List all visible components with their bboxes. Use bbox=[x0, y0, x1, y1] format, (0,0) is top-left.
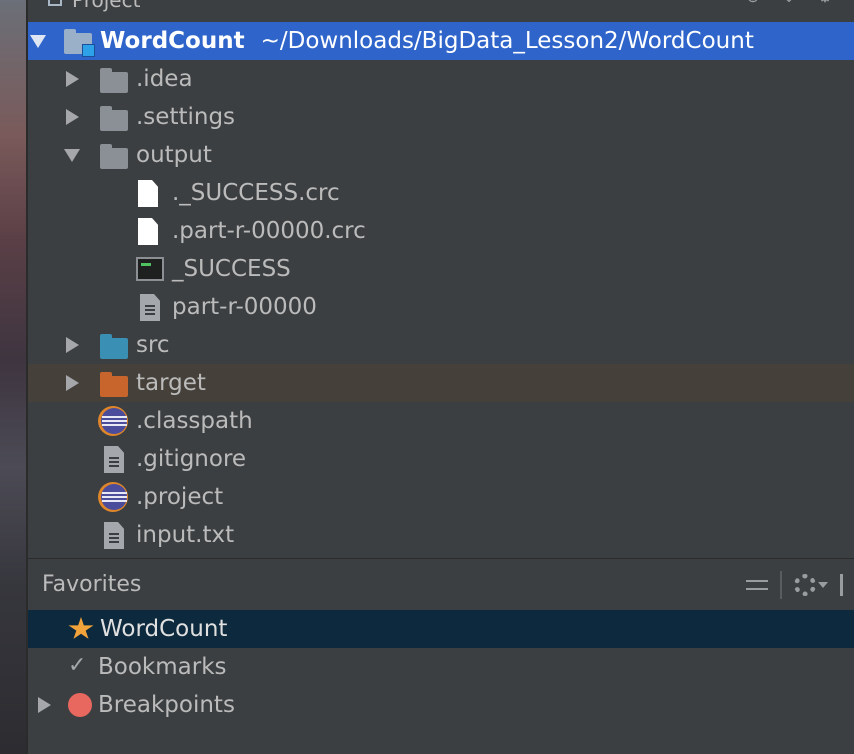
folder-icon bbox=[100, 106, 128, 131]
root-module-path: ~/Downloads/BigData_Lesson2/WordCount bbox=[260, 28, 754, 54]
text-file-icon bbox=[104, 446, 124, 473]
tree-node-idea[interactable]: .idea bbox=[28, 60, 854, 98]
folder-icon bbox=[100, 68, 128, 93]
tree-node-label: .part-r-00000.crc bbox=[172, 218, 366, 244]
expanded-arrow-icon[interactable] bbox=[64, 148, 80, 162]
favorites-header: Favorites bbox=[28, 559, 854, 609]
tree-node-success-crc[interactable]: ._SUCCESS.crc bbox=[28, 174, 854, 212]
project-tree: WordCount ~/Downloads/BigData_Lesson2/Wor… bbox=[28, 22, 854, 554]
desktop-background bbox=[0, 0, 28, 754]
scroll-from-source-icon[interactable]: ⊕ bbox=[744, 0, 762, 5]
tree-node-label: .project bbox=[136, 484, 224, 510]
collapsed-arrow-icon[interactable] bbox=[38, 697, 51, 713]
tree-node-part-crc[interactable]: .part-r-00000.crc bbox=[28, 212, 854, 250]
expanded-arrow-icon[interactable] bbox=[30, 34, 46, 48]
bookmark-check-icon: ✓ bbox=[68, 653, 87, 678]
favorites-item-wordcount[interactable]: WordCount bbox=[28, 610, 854, 648]
tree-node-gitignore[interactable]: .gitignore bbox=[28, 440, 854, 478]
star-icon bbox=[68, 617, 94, 639]
collapse-all-icon[interactable] bbox=[746, 574, 768, 596]
tree-node-label: .idea bbox=[136, 66, 193, 92]
source-folder-icon bbox=[100, 334, 128, 359]
excluded-folder-icon bbox=[100, 372, 128, 397]
hide-panel-icon[interactable] bbox=[840, 574, 854, 596]
tree-node-label: part-r-00000 bbox=[172, 294, 317, 320]
root-module-name: WordCount bbox=[100, 28, 245, 54]
favorites-list: WordCount ✓ Bookmarks Breakpoints bbox=[28, 610, 854, 724]
tree-node-part[interactable]: part-r-00000 bbox=[28, 288, 854, 326]
eclipse-file-icon bbox=[98, 406, 128, 436]
favorites-item-label: WordCount bbox=[100, 616, 228, 642]
tree-node-classpath[interactable]: .classpath bbox=[28, 402, 854, 440]
settings-gear-icon[interactable]: ⚙ bbox=[816, 0, 834, 5]
favorites-item-breakpoints[interactable]: Breakpoints bbox=[28, 686, 854, 724]
tree-node-label: _SUCCESS bbox=[172, 256, 291, 282]
tree-node-label: target bbox=[136, 370, 206, 396]
settings-gear-icon[interactable] bbox=[794, 574, 816, 596]
executable-file-icon bbox=[136, 257, 164, 281]
tree-node-label: ._SUCCESS.crc bbox=[172, 180, 340, 206]
folder-icon bbox=[100, 144, 128, 169]
collapse-all-icon[interactable]: ⇕ bbox=[780, 0, 798, 5]
tree-node-success[interactable]: _SUCCESS bbox=[28, 250, 854, 288]
tree-node-label: .settings bbox=[136, 104, 236, 130]
eclipse-file-icon bbox=[98, 482, 128, 512]
favorites-title[interactable]: Favorites bbox=[42, 572, 141, 597]
project-view-icon bbox=[48, 0, 62, 6]
tree-node-settings[interactable]: .settings bbox=[28, 98, 854, 136]
chevron-down-icon[interactable] bbox=[818, 582, 828, 588]
tree-node-project[interactable]: .project bbox=[28, 478, 854, 516]
tree-node-label: .gitignore bbox=[136, 446, 247, 472]
tree-node-input[interactable]: input.txt bbox=[28, 516, 854, 554]
file-icon bbox=[138, 180, 158, 207]
favorites-tools bbox=[746, 571, 854, 599]
collapsed-arrow-icon[interactable] bbox=[66, 375, 79, 391]
project-panel-header: Project ⊕ ⇕ ⚙ bbox=[28, 0, 854, 10]
project-panel-tools: ⊕ ⇕ ⚙ bbox=[744, 0, 834, 5]
project-tool-window: Project ⊕ ⇕ ⚙ WordCount ~/Downloads/BigDa… bbox=[28, 0, 854, 754]
file-icon bbox=[138, 218, 158, 245]
toolbar-separator bbox=[780, 571, 782, 599]
tree-node-output[interactable]: output bbox=[28, 136, 854, 174]
tree-node-root[interactable]: WordCount ~/Downloads/BigData_Lesson2/Wor… bbox=[28, 22, 854, 60]
text-file-icon bbox=[140, 294, 160, 321]
collapsed-arrow-icon[interactable] bbox=[66, 71, 79, 87]
module-folder-icon bbox=[64, 29, 95, 57]
project-panel-title[interactable]: Project bbox=[72, 0, 140, 10]
favorites-item-label: Breakpoints bbox=[98, 692, 235, 718]
tree-node-target[interactable]: target bbox=[28, 364, 854, 402]
tree-node-label: src bbox=[136, 332, 170, 358]
collapsed-arrow-icon[interactable] bbox=[66, 337, 79, 353]
favorites-item-bookmarks[interactable]: ✓ Bookmarks bbox=[28, 648, 854, 686]
breakpoint-icon bbox=[68, 693, 92, 717]
tree-node-label: .classpath bbox=[136, 408, 253, 434]
collapsed-arrow-icon[interactable] bbox=[66, 109, 79, 125]
tree-node-src[interactable]: src bbox=[28, 326, 854, 364]
tree-node-label: output bbox=[136, 142, 212, 168]
favorites-item-label: Bookmarks bbox=[98, 654, 227, 680]
tree-node-label: input.txt bbox=[136, 522, 235, 548]
text-file-icon bbox=[104, 522, 124, 549]
